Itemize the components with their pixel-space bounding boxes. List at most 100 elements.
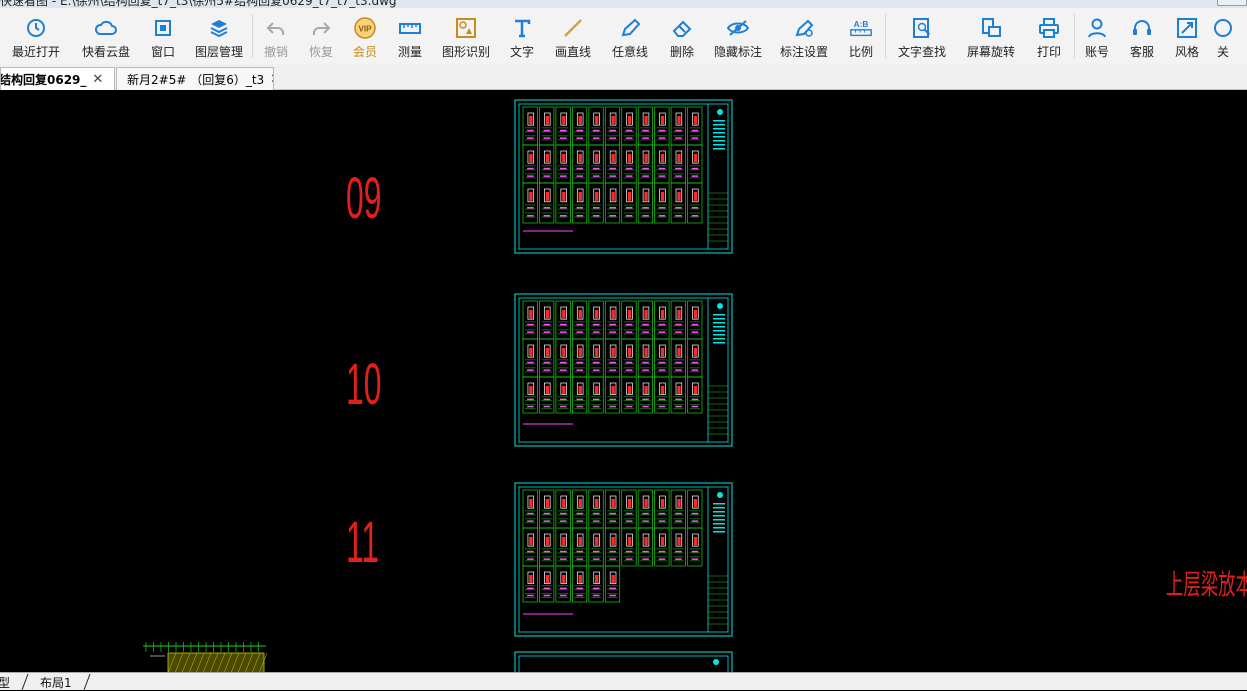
drawing-sheet-09-dimension-mark (625, 175, 633, 177)
drawing-sheet-10-dimension-mark (625, 331, 633, 333)
undo-button[interactable]: 撤销 (253, 8, 299, 64)
document-tab[interactable]: 新月2#5# （回复6）_t3 ✕ (116, 67, 274, 90)
drawing-sheet-11-detail-cell (539, 565, 555, 603)
drawing-sheet-10-dimension-mark (560, 331, 567, 333)
drawing-sheet-09-dimension-mark (560, 129, 567, 132)
drawing-sheet-09-logo-mark (717, 109, 723, 115)
drawing-sheet-09-dimension-mark (642, 167, 649, 170)
drawing-sheet-10-dimension-mark (625, 369, 633, 371)
drawing-sheet-11-dimension-mark (527, 512, 534, 515)
drawing-sheet-09-dimension-mark (592, 129, 600, 132)
drawing-sheet-11-dimension-mark (543, 512, 551, 515)
drawing-sheet-11-column-section (595, 499, 599, 508)
cloud-drive-button[interactable]: 快看云盘 (72, 8, 140, 64)
close-icon[interactable]: ✕ (92, 72, 103, 87)
sheet-label-10: 10 (346, 352, 382, 417)
layout1-tab[interactable]: 布局1 (40, 674, 72, 690)
drawing-sheet-09-dimension-mark (576, 167, 584, 170)
freehand-line-button[interactable]: 任意线 (601, 8, 659, 64)
delete-button[interactable]: 删除 (659, 8, 705, 64)
document-tab-active[interactable]: 结构回复0629_ ✕ (0, 67, 115, 90)
drawing-sheet-09-dimension-mark (609, 207, 616, 209)
undo-icon (264, 16, 288, 40)
drawing-sheet-10-title-text-mark (713, 330, 725, 332)
drawing-sheet-10-dimension-mark (560, 405, 567, 408)
drawing-sheet-11-dimension-mark (625, 512, 633, 515)
measure-button[interactable]: 测量 (387, 8, 433, 64)
drawing-sheet-11-dimension-mark (576, 587, 584, 590)
drawing-sheet-09-dimension-mark (527, 207, 534, 209)
print-button[interactable]: 打印 (1024, 8, 1074, 64)
drawing-sheet-11-dimension-mark (543, 558, 551, 560)
redo-button[interactable]: 恢复 (299, 8, 343, 64)
drawing-sheet-09-column-section (611, 116, 615, 125)
drawing-sheet-09-column-section (578, 192, 582, 201)
drawing-sheet-09-dimension-mark (560, 215, 567, 217)
drawing-sheet-09-dimension-mark (592, 207, 600, 209)
drawing-sheet-09-dimension-mark (543, 129, 551, 132)
about-button[interactable]: 关 (1209, 8, 1237, 64)
layer-manager-button[interactable]: 图层管理 (186, 8, 252, 64)
drawing-sheet-11-dimension-mark (560, 594, 567, 597)
layout-tab-bar: 型 布局1 (0, 672, 1247, 691)
drawing-sheet-10-dimension-mark (609, 361, 616, 364)
customer-service-label: 客服 (1129, 45, 1154, 59)
drawing-sheet-10-dimension-mark (658, 331, 666, 333)
drawing-sheet-09-column-section (529, 192, 533, 201)
drawing-sheet-10-title-text-mark (713, 322, 725, 324)
drawing-sheet-09-dimension-mark (576, 215, 584, 217)
document-tab-bar: 结构回复0629_ ✕ 新月2#5# （回复6）_t3 ✕ (0, 64, 1247, 90)
drawing-canvas[interactable]: 09 10 11 上层梁放本 (0, 90, 1247, 672)
drawing-sheet-10-dimension-mark (625, 323, 633, 326)
text-search-button[interactable]: 文字查找 (886, 8, 958, 64)
drawing-sheet-09-dimension-mark (642, 215, 649, 217)
drawing-sheet-11-dimension-mark (658, 520, 666, 522)
drawing-sheet-09-title-text-mark (713, 128, 725, 130)
drawing-sheet-09-column-section (578, 154, 582, 163)
annotation-settings-button[interactable]: 标注设置 (771, 8, 837, 64)
drawing-sheet-09-dimension-mark (658, 175, 666, 177)
about-label: 关 (1217, 45, 1230, 59)
drawing-sheet-10-dimension-mark (527, 369, 534, 371)
screen-rotate-button[interactable]: 屏幕旋转 (958, 8, 1024, 64)
draw-line-button[interactable]: 画直线 (545, 8, 601, 64)
drawing-sheet-10-dimension-mark (642, 398, 649, 401)
drawing-sheet-09-dimension-mark (658, 137, 666, 139)
drawing-sheet-09-dimension-mark (691, 129, 699, 132)
text-search-label: 文字查找 (897, 45, 946, 59)
drawing-sheet-10-dimension-mark (675, 361, 682, 364)
window-control-button[interactable] (1217, 0, 1247, 6)
delete-label: 删除 (669, 45, 694, 59)
drawing-sheet-09-dimension-mark (609, 175, 616, 177)
recent-open-button[interactable]: 最近打开 (0, 8, 72, 64)
text-button[interactable]: 文字 (499, 8, 545, 64)
vip-button[interactable]: VIP 会员 (343, 8, 387, 64)
drawing-sheet-09-dimension-mark (527, 137, 534, 139)
drawing-sheet-11-detail-cell (572, 565, 588, 603)
drawing-sheet-10-dimension-mark (691, 405, 699, 408)
style-button[interactable]: 风格 (1165, 8, 1209, 64)
drawing-sheet-10-dimension-mark (642, 331, 649, 333)
drawing-sheet-10-title-text-mark (713, 314, 725, 316)
account-button[interactable]: 账号 (1075, 8, 1119, 64)
drawing-sheet-11-dimension-mark (527, 558, 534, 560)
drawing-sheet-09-dimension-mark (625, 207, 633, 209)
drawing-sheet-09-dimension-mark (658, 167, 666, 170)
window-button[interactable]: 窗口 (140, 8, 186, 64)
hide-annotations-button[interactable]: 隐藏标注 (705, 8, 771, 64)
drawing-sheet-10-column-section (677, 386, 681, 394)
drawing-sheet-10-dimension-mark (658, 398, 666, 401)
customer-service-button[interactable]: 客服 (1119, 8, 1165, 64)
close-icon[interactable]: ✕ (270, 72, 273, 87)
shape-recognition-button[interactable]: 图形识别 (433, 8, 499, 64)
drawing-sheet-10-title-text-mark (713, 334, 725, 336)
scale-button[interactable]: A:B 比例 (837, 8, 885, 64)
recent-open-label: 最近打开 (11, 45, 60, 59)
drawing-sheet-10-detail-cell (621, 376, 637, 414)
drawing-sheet-11-column-section (529, 537, 533, 546)
drawing-sheet-12-logo-mark (713, 659, 719, 665)
drawing-sheet-09-dimension-mark (691, 175, 699, 177)
drawing-sheet-10-dimension-mark (642, 361, 649, 364)
drawing-sheet-11-dimension-mark (609, 594, 616, 597)
drawing-sheet-10-detail-cell (670, 376, 686, 414)
